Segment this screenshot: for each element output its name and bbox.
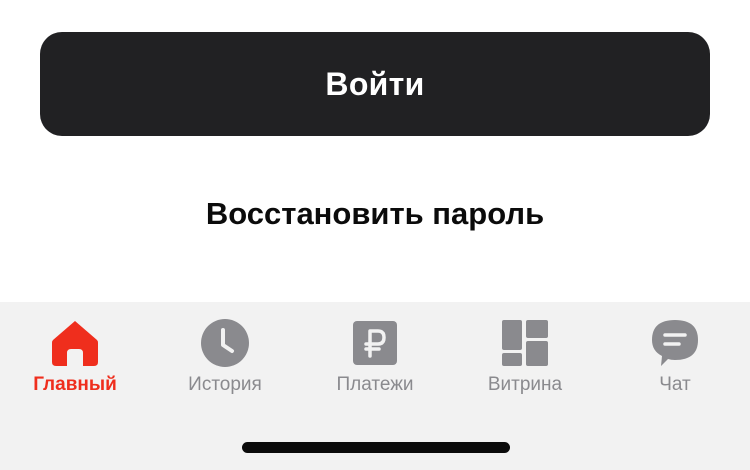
login-button[interactable]: Войти: [40, 32, 710, 136]
tab-showcase-label: Витрина: [487, 374, 563, 395]
home-icon: [50, 318, 100, 368]
ruble-icon: [350, 318, 400, 368]
login-button-label: Войти: [325, 65, 425, 102]
clock-icon: [200, 318, 250, 368]
tab-showcase[interactable]: Витрина: [450, 302, 600, 412]
showcase-grid-icon: [500, 318, 550, 368]
tab-history-label: История: [188, 374, 262, 395]
restore-password-link[interactable]: Восстановить пароль: [0, 196, 750, 232]
login-screen: Войти Восстановить пароль Главный Истори…: [0, 0, 750, 470]
tab-home[interactable]: Главный: [0, 302, 150, 412]
tab-payments[interactable]: Платежи: [300, 302, 450, 412]
tab-payments-label: Платежи: [336, 374, 414, 395]
tab-chat-label: Чат: [659, 374, 691, 395]
tab-chat[interactable]: Чат: [600, 302, 750, 412]
tab-home-label: Главный: [33, 374, 117, 395]
tab-history[interactable]: История: [150, 302, 300, 412]
chat-bubble-icon: [650, 318, 700, 368]
home-indicator[interactable]: [242, 442, 510, 453]
